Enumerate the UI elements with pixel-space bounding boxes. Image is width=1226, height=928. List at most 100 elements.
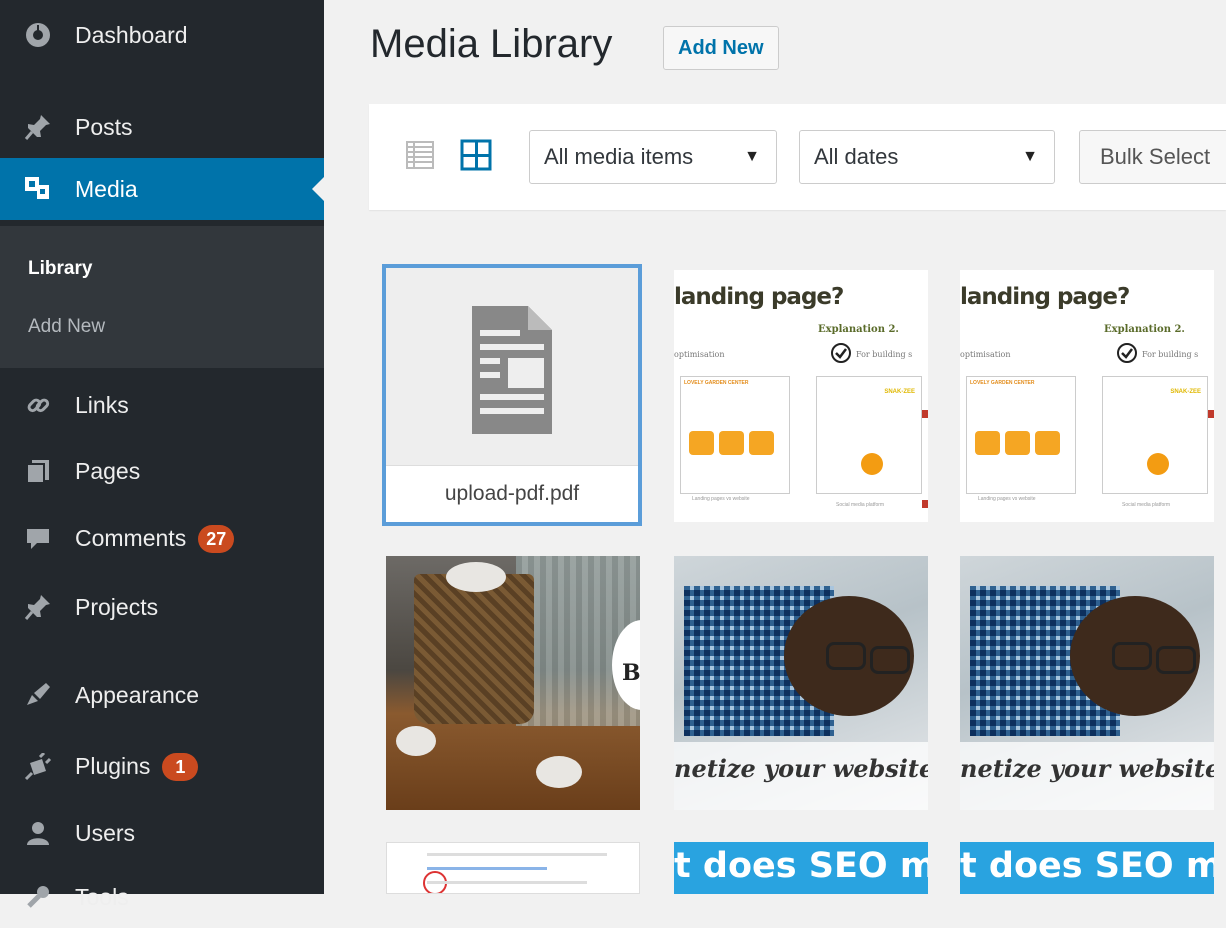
mockup-tile xyxy=(1005,431,1030,455)
thumbnail-monetize-text: netize your website ... xyxy=(960,754,1214,783)
attachment-seo-1[interactable]: t does SEO m xyxy=(674,842,928,894)
date-filter[interactable]: All dates ▼ xyxy=(799,130,1055,184)
thumbnail-seo-text: t does SEO m xyxy=(674,846,928,886)
glasses xyxy=(826,642,866,670)
thumbnail-optimisation: optimisation xyxy=(960,350,1011,359)
dashboard-icon xyxy=(22,19,54,51)
nav-posts[interactable]: Posts xyxy=(0,96,324,158)
pages-icon xyxy=(22,455,54,487)
attachment-monetize-photo-1[interactable]: netize your website ... xyxy=(674,556,928,810)
attachment-monetize-photo-2[interactable]: netize your website ... xyxy=(960,556,1214,810)
attachment-basket-photo[interactable]: B xyxy=(386,556,640,810)
nav-posts-label: Posts xyxy=(75,113,133,140)
attachment-landing-page-1[interactable]: landing page? Explanation 2. optimisatio… xyxy=(674,270,928,522)
mockup-site-two-title: SNAK-ZEE xyxy=(1170,389,1201,395)
pin-icon xyxy=(22,111,54,143)
arrow-marker xyxy=(922,500,928,508)
attachment-landing-page-2[interactable]: landing page? Explanation 2. optimisatio… xyxy=(960,270,1214,522)
nav-pages-label: Pages xyxy=(75,457,141,484)
thumbnail-explanation: Explanation 2. xyxy=(1104,324,1185,335)
nav-tools-label: Tools xyxy=(75,883,129,910)
mockup-site-one: LOVELY GARDEN CENTER xyxy=(680,376,790,494)
list-view-button[interactable] xyxy=(403,138,437,172)
pin-icon xyxy=(22,591,54,623)
mockup-site-one-title: LOVELY GARDEN CENTER xyxy=(970,380,1035,386)
media-icon xyxy=(22,173,54,205)
thumbnail-caption-two: Social media platform xyxy=(1122,502,1171,508)
mockup-site-two: SNAK-ZEE xyxy=(1102,376,1208,494)
grid-view-button[interactable] xyxy=(459,138,493,172)
nav-media-label: Media xyxy=(75,175,138,202)
brush-icon xyxy=(22,679,54,711)
nav-comments-text: Comments xyxy=(75,524,187,551)
nav-plugins[interactable]: Plugins 1 xyxy=(0,736,324,798)
bulk-select-button[interactable]: Bulk Select xyxy=(1079,130,1226,184)
media-type-filter-value: All media items xyxy=(544,144,694,169)
nav-users[interactable]: Users xyxy=(0,802,324,864)
attachment-search-screenshot[interactable] xyxy=(386,842,640,894)
comment-icon xyxy=(22,523,54,555)
nav-appearance[interactable]: Appearance xyxy=(0,664,324,726)
screenshot-line xyxy=(427,867,547,870)
glasses xyxy=(1112,642,1152,670)
thumbnail-seo-text: t does SEO m xyxy=(960,846,1214,886)
mockup-tile xyxy=(749,431,774,455)
nav-plugins-text: Plugins xyxy=(75,752,151,779)
thumbnail-building: For building s xyxy=(1142,350,1199,359)
arrow-marker xyxy=(922,410,928,418)
mockup-site-one: LOVELY GARDEN CENTER xyxy=(966,376,1076,494)
attachment-pdf[interactable]: upload-pdf.pdf xyxy=(382,264,642,526)
nav-dashboard-label: Dashboard xyxy=(75,21,188,48)
thumbnail-optimisation: optimisation xyxy=(674,350,725,359)
nav-pages[interactable]: Pages xyxy=(0,440,324,502)
date-filter-value: All dates xyxy=(814,144,899,169)
nav-comments-label: Comments 27 xyxy=(75,524,235,554)
mockup-site-two: SNAK-ZEE xyxy=(816,376,922,494)
nav-plugins-label: Plugins 1 xyxy=(75,752,199,782)
attachment-seo-2[interactable]: t does SEO m xyxy=(960,842,1214,894)
nav-tools[interactable]: Tools xyxy=(0,866,324,928)
mockup-tile xyxy=(719,431,744,455)
document-icon xyxy=(472,306,552,434)
list-view-icon xyxy=(406,141,434,169)
thumbnail-monetize-text: netize your website ... xyxy=(674,754,928,783)
crumpled-paper xyxy=(446,562,506,592)
comments-count-badge: 27 xyxy=(198,525,235,554)
link-icon xyxy=(22,389,54,421)
nav-media[interactable]: Media xyxy=(0,158,324,220)
admin-sidebar: Dashboard Posts Media Links Pages Commen… xyxy=(0,0,324,910)
nav-links[interactable]: Links xyxy=(0,374,324,436)
nav-comments[interactable]: Comments 27 xyxy=(0,508,324,570)
screenshot-line xyxy=(427,881,587,884)
glasses xyxy=(870,646,910,674)
submenu-add-new[interactable]: Add New xyxy=(28,316,105,338)
screenshot-line xyxy=(427,853,607,856)
page-title: Media Library xyxy=(370,22,613,66)
mockup-site-one-title: LOVELY GARDEN CENTER xyxy=(684,380,749,386)
thumbnail-explanation: Explanation 2. xyxy=(818,324,899,335)
media-submenu: Library Add New xyxy=(0,226,324,368)
wicker-basket xyxy=(414,574,534,724)
thumbnail-caption-two: Social media platform xyxy=(836,502,885,508)
nav-projects[interactable]: Projects xyxy=(0,576,324,638)
crumpled-paper xyxy=(536,756,582,788)
mockup-tile xyxy=(975,431,1000,455)
caret-down-icon: ▼ xyxy=(744,148,760,165)
nav-links-label: Links xyxy=(75,391,129,418)
thumbnail-headline: landing page? xyxy=(960,284,1130,310)
submenu-library[interactable]: Library xyxy=(28,258,92,280)
user-icon xyxy=(22,817,54,849)
nav-dashboard[interactable]: Dashboard xyxy=(0,4,324,66)
arrow-marker xyxy=(1208,410,1214,418)
glasses xyxy=(1156,646,1196,674)
caret-down-icon: ▼ xyxy=(1022,148,1038,165)
add-new-button[interactable]: Add New xyxy=(663,26,779,70)
mockup-orange xyxy=(861,453,883,475)
nav-projects-label: Projects xyxy=(75,593,159,620)
mockup-orange xyxy=(1147,453,1169,475)
checkmark-icon xyxy=(1117,343,1137,363)
nav-users-label: Users xyxy=(75,819,136,846)
media-type-filter[interactable]: All media items ▼ xyxy=(529,130,777,184)
thumbnail-caption-one: Landing pages vs website xyxy=(692,496,750,502)
mockup-tile xyxy=(689,431,714,455)
